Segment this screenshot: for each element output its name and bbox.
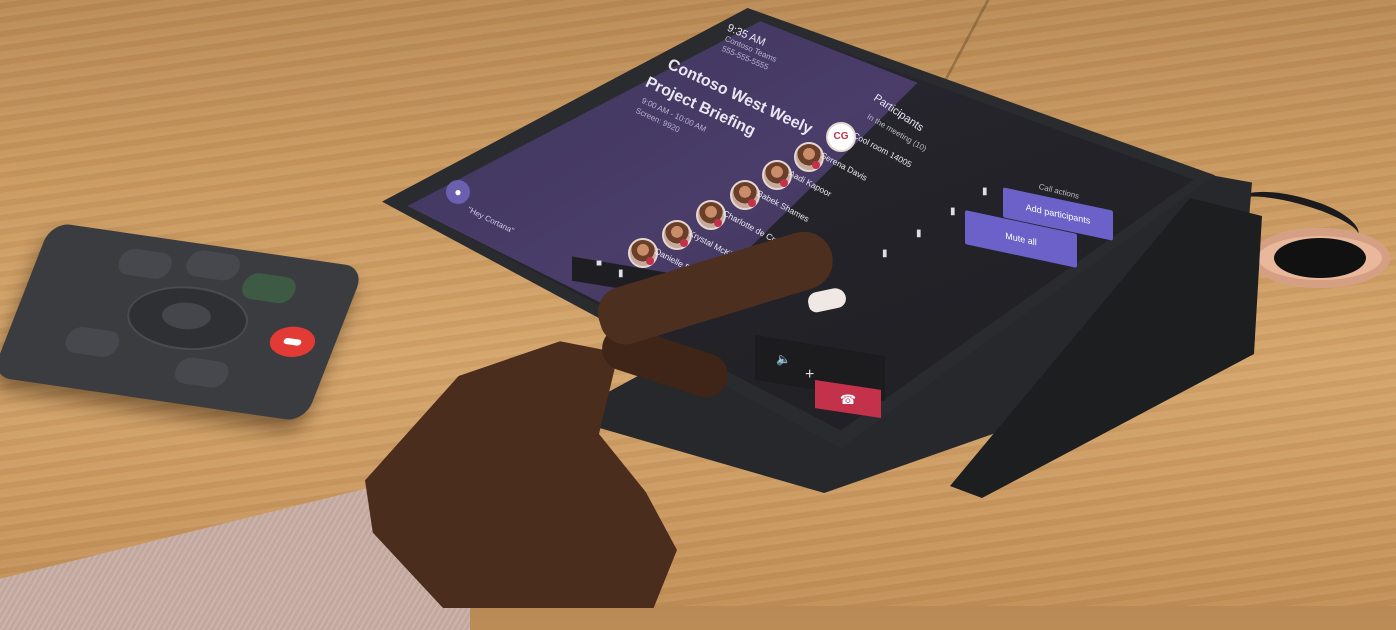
speaker-icon[interactable]: 🔈 [776,352,791,366]
remote-call-button [238,271,300,305]
muted-indicator [680,239,688,247]
muted-indicator [748,199,756,207]
muted-indicator [714,219,722,227]
cable-grommet [1250,228,1390,288]
mic-icon[interactable]: ▮ [982,186,988,197]
remote-button [182,248,245,283]
remote-button [61,325,124,359]
mic-icon[interactable]: ▮ [882,248,888,259]
muted-indicator [646,257,654,265]
mic-icon[interactable]: ▮ [916,228,922,239]
microphone-icon[interactable]: ▮ [618,268,624,279]
plus-icon[interactable]: + [805,366,814,384]
hangup-icon: ☎ [839,392,857,407]
muted-indicator [780,179,788,187]
muted-indicator [812,161,820,169]
grommet-hole [1274,238,1366,278]
remote-button [114,247,176,281]
mic-icon[interactable]: ▮ [950,206,956,217]
remote-hangup-button [264,323,321,360]
cortana-mic-icon[interactable]: ● [446,180,470,204]
remote-button [170,355,233,390]
camera-icon[interactable]: ■ [596,258,602,269]
